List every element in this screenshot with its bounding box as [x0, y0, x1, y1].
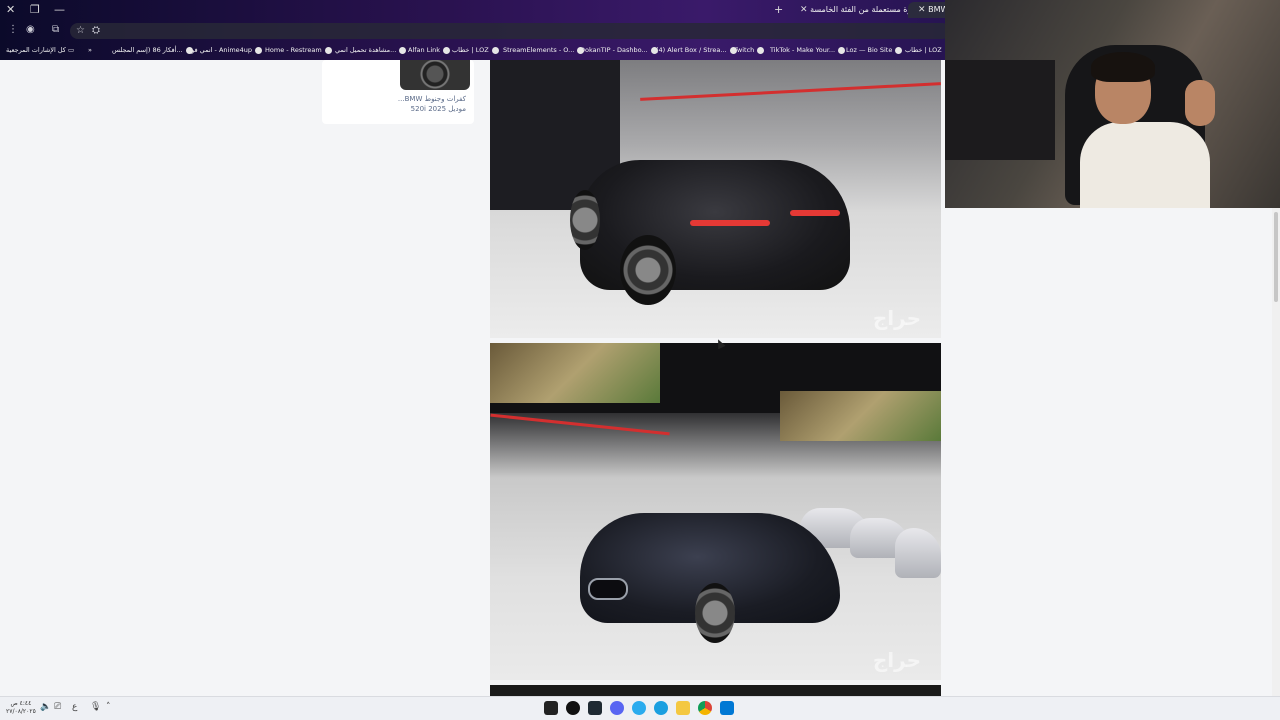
bookmark-item[interactable]: StreamElements - O...	[503, 43, 585, 57]
wheel	[570, 190, 600, 250]
obs-app-icon[interactable]	[544, 701, 558, 715]
chrome-app-icon[interactable]	[698, 701, 712, 715]
extension-icon[interactable]: ◉	[26, 24, 35, 35]
page-scrollbar[interactable]	[1272, 208, 1280, 696]
webcam-overlay	[945, 0, 1280, 208]
bookmark-item[interactable]: TikTok - Make Your...	[770, 43, 846, 57]
discord-app-icon[interactable]	[610, 701, 624, 715]
microphone-icon[interactable]: 🎙	[90, 702, 101, 712]
listing-photo-next[interactable]	[490, 685, 941, 696]
tab-label: سيارة مستعملة من الفئة الخامسة	[810, 5, 923, 14]
listing-photo-rear[interactable]: حراج	[490, 60, 941, 338]
watermark: حراج	[872, 648, 921, 672]
site-info-icon[interactable]: ⛭	[92, 25, 100, 36]
showroom-stripe	[640, 82, 941, 101]
scrollbar-thumb[interactable]	[1274, 212, 1278, 302]
watermark: حراج	[872, 306, 921, 330]
related-listing-title[interactable]: ...BMW كفرات وجنوط 520i موديل 2025	[326, 94, 466, 114]
terminal-app-icon[interactable]	[588, 701, 602, 715]
bookmark-item[interactable]: (4) Alert Box / Strea...	[656, 43, 737, 57]
bookmark-item[interactable]: Alfan Link	[408, 43, 451, 57]
person-hair	[1091, 52, 1155, 82]
listing-photo-front[interactable]: حراج	[490, 343, 941, 680]
file-explorer-icon[interactable]	[676, 701, 690, 715]
listing-thumbnail[interactable]	[400, 60, 470, 90]
language-indicator[interactable]: ع	[72, 702, 77, 712]
close-window-icon[interactable]: ✕	[6, 3, 15, 16]
showroom-stripe	[490, 413, 670, 436]
person-shirt	[1080, 122, 1210, 208]
menu-icon[interactable]: ⋮	[8, 24, 18, 35]
car-grille	[588, 578, 628, 600]
bookmark-item[interactable]: أفكار 86 (إسم المجلس...	[112, 43, 193, 57]
taskbar: ٤:٤٤ ص ٢٧/٠٨/٢٠٢٥ 🔈 ⎚ ع 🎙 ˄	[0, 696, 1280, 720]
bookmark-item[interactable]: DokanTIP - Dashbo...	[580, 43, 658, 57]
room-shelf	[945, 60, 1055, 160]
new-tab-button[interactable]: +	[774, 3, 783, 16]
screen: ✕ ❐ — + ✕ سيارة مستعملة من الفئة الخامسة…	[0, 0, 1280, 720]
telegram-app-icon[interactable]	[632, 701, 646, 715]
wheel	[695, 583, 735, 643]
close-tab-icon[interactable]: ✕	[918, 5, 926, 15]
address-bar[interactable]: ☆ ⛭	[70, 23, 950, 39]
start-icon[interactable]	[720, 701, 734, 715]
wheel	[620, 235, 676, 305]
bookmarks-overflow-button[interactable]: »	[88, 43, 92, 57]
bookmark-item[interactable]: انمي فور - Anime4up	[188, 43, 263, 57]
speaker-icon[interactable]: 🔈	[40, 702, 51, 712]
bookmark-item[interactable]: Loz — Bio Site	[846, 43, 903, 57]
bookmark-item[interactable]: مشاهدة تحميل انمي...	[335, 43, 407, 57]
minimize-window-icon[interactable]: —	[54, 3, 65, 16]
bookmark-item[interactable]: Twitch	[734, 43, 765, 57]
bookmark-item[interactable]: Home - Restream	[265, 43, 332, 57]
all-bookmarks-folder[interactable]: كل الإشارات المرجعية ▭	[6, 43, 74, 57]
person-hand	[1185, 80, 1215, 126]
related-listing-card[interactable]: ...BMW كفرات وجنوط 520i موديل 2025	[322, 60, 474, 124]
star-icon[interactable]: ☆	[76, 25, 85, 36]
edge-app-icon[interactable]	[654, 701, 668, 715]
wall-mural	[490, 343, 660, 403]
taskbar-clock[interactable]: ٤:٤٤ ص ٢٧/٠٨/٢٠٢٥	[6, 700, 36, 716]
wall-mural	[780, 391, 941, 441]
background-car	[895, 528, 941, 578]
bookmark-item[interactable]: خطاب | LOZ	[452, 43, 499, 57]
taillight	[690, 220, 770, 226]
network-icon[interactable]: ⎚	[54, 702, 61, 712]
chevron-up-icon[interactable]: ˄	[106, 702, 111, 712]
taillight	[790, 210, 840, 216]
folder-icon: ▭	[67, 46, 75, 54]
close-tab-icon[interactable]: ✕	[800, 5, 808, 15]
puzzle-icon[interactable]: ⧉	[52, 24, 59, 35]
restore-window-icon[interactable]: ❐	[30, 3, 40, 16]
app-icon[interactable]	[566, 701, 580, 715]
